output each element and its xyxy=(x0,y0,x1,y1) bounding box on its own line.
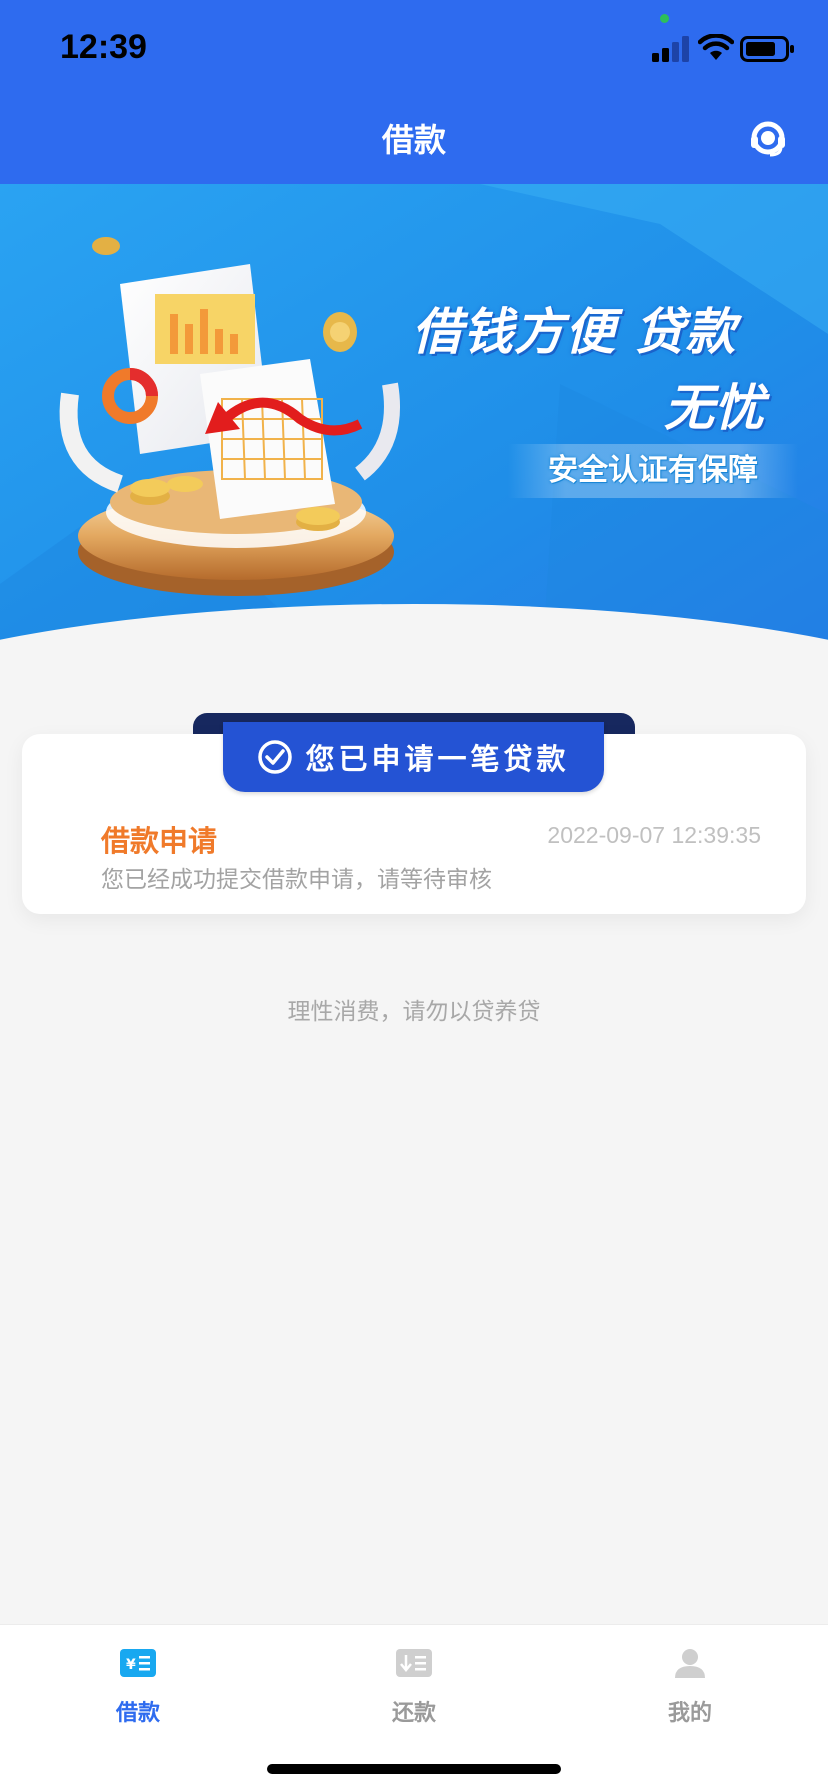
tab-profile-label: 我的 xyxy=(667,1701,712,1726)
application-description: 您已经成功提交借款申请，请等待审核 xyxy=(101,867,492,893)
battery-icon xyxy=(740,36,794,62)
cellular-signal-icon xyxy=(652,36,689,62)
camera-indicator-icon xyxy=(660,14,669,23)
tab-loan[interactable]: ¥ 借款 xyxy=(0,1625,276,1735)
status-time: 12:39 xyxy=(60,28,147,66)
promo-banner[interactable]: 借钱方便 贷款 无忧 安全认证有保障 xyxy=(0,184,828,694)
top-header: 12:39 借款 xyxy=(0,0,828,184)
banner-headline-cont: 无忧 xyxy=(664,379,764,437)
headset-icon[interactable] xyxy=(748,120,788,160)
banner-headline: 借钱方便 贷款 xyxy=(412,303,737,361)
tab-profile[interactable]: 我的 xyxy=(552,1625,828,1735)
loan-icon: ¥ xyxy=(120,1649,156,1677)
tab-repay[interactable]: 还款 xyxy=(276,1625,552,1735)
page-title: 借款 xyxy=(381,121,446,159)
home-indicator xyxy=(267,1764,561,1774)
tab-loan-label: 借款 xyxy=(115,1701,160,1726)
application-timestamp: 2022-09-07 12:39:35 xyxy=(547,822,761,848)
wifi-icon xyxy=(698,34,734,60)
svg-text:¥: ¥ xyxy=(126,1657,136,1673)
check-circle-icon xyxy=(258,740,293,774)
banner-security-badge: 安全认证有保障 xyxy=(508,444,798,498)
ribbon-label: 您已申请一笔贷款 xyxy=(305,742,570,776)
repay-icon xyxy=(396,1649,432,1677)
status-ribbon: 您已申请一笔贷款 xyxy=(223,722,604,792)
tab-repay-label: 还款 xyxy=(391,1701,436,1726)
responsible-borrowing-tip: 理性消费，请勿以贷养贷 xyxy=(287,999,541,1025)
application-title: 借款申请 xyxy=(101,824,218,858)
profile-icon xyxy=(675,1649,705,1678)
